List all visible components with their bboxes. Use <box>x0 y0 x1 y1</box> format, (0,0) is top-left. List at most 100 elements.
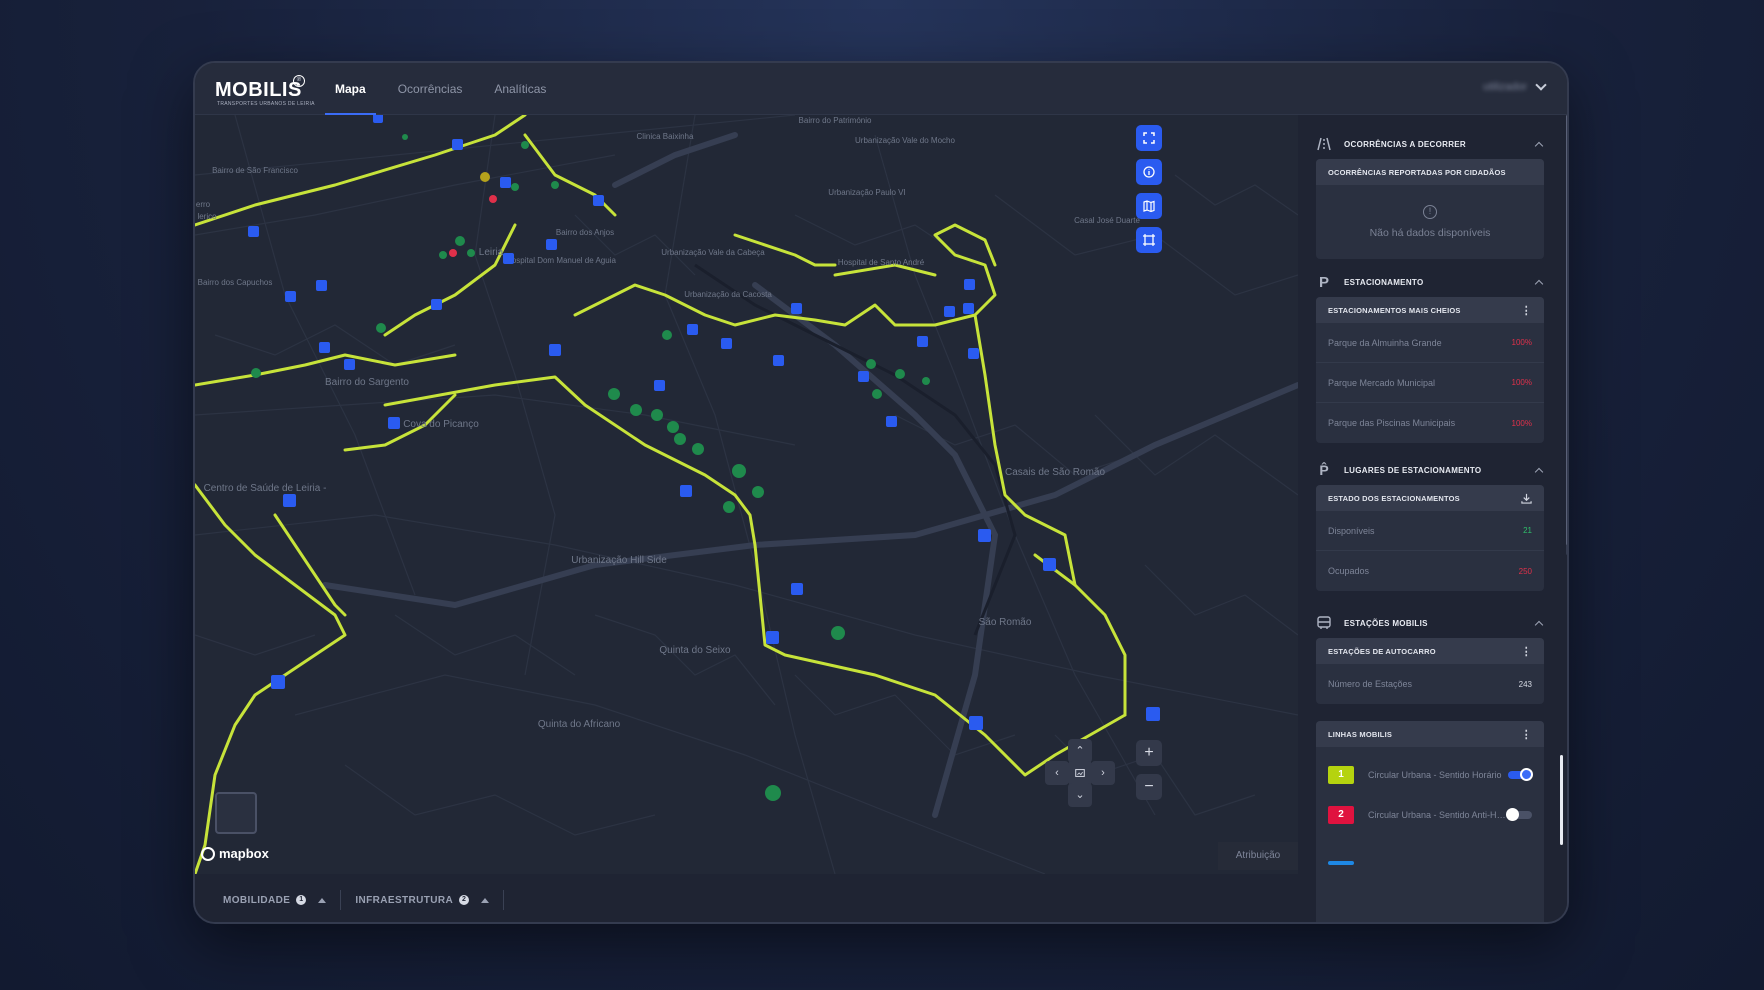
mapbox-logo: mapbox <box>201 846 269 861</box>
minimap-toggle[interactable] <box>215 792 257 834</box>
parking-card: ESTACIONAMENTOS MAIS CHEIOS ⋮ Parque da A… <box>1316 297 1544 443</box>
place-label: Bairro do Sargento <box>325 377 409 388</box>
side-panel: OCORRÊNCIAS A DECORRER OCORRÊNCIAS REPOR… <box>1298 115 1567 922</box>
user-name: utilizador <box>1482 81 1527 93</box>
place-label: Casal José Duarte <box>1074 216 1140 225</box>
line-toggle[interactable] <box>1506 808 1532 821</box>
chevron-down-icon <box>1535 79 1547 91</box>
place-label: Urbanização da Cacosta <box>684 290 772 299</box>
app-logo[interactable]: MOBILIS <box>215 79 302 102</box>
layer-group-label: INFRAESTRUTURA <box>355 894 454 906</box>
line-label: Circular Urbana - Sentido Horário <box>1368 770 1502 780</box>
map-style-button[interactable] <box>1136 193 1162 219</box>
empty-state: ! Não há dados disponíveis <box>1316 185 1544 259</box>
layer-count-badge: 2 <box>459 895 470 905</box>
section-title: ESTACIONAMENTO <box>1344 277 1424 287</box>
selection-button[interactable] <box>1136 227 1162 253</box>
fullscreen-icon <box>1143 132 1155 144</box>
card-title: ESTAÇÕES DE AUTOCARRO ⋮ <box>1316 638 1544 664</box>
section-title: LUGARES DE ESTACIONAMENTO <box>1344 465 1482 475</box>
list-item: Ocupados 250 <box>1328 566 1532 576</box>
line-item-2[interactable]: 2 Circular Urbana - Sentido Anti-Horário <box>1316 795 1544 835</box>
more-options-icon[interactable]: ⋮ <box>1521 645 1532 658</box>
bus-icon <box>1316 615 1332 631</box>
info-icon <box>1143 166 1155 178</box>
layer-group-label: MOBILIDADE <box>223 894 291 906</box>
place-label: Urbanização Vale da Cabeça <box>661 248 765 257</box>
select-area-icon <box>1143 234 1155 246</box>
attribution-button[interactable]: Atribuição <box>1218 842 1298 870</box>
panel-scrollbar[interactable] <box>1566 115 1567 555</box>
user-menu[interactable]: utilizador <box>1482 79 1547 93</box>
card-title: ESTACIONAMENTOS MAIS CHEIOS ⋮ <box>1316 297 1544 323</box>
list-item: Disponíveis 21 <box>1316 511 1544 551</box>
section-title: ESTAÇÕES MOBILIS <box>1344 618 1428 628</box>
place-label: Urbanização Vale do Mocho <box>855 136 955 145</box>
list-item[interactable]: Parque da Almuinha Grande 100% <box>1316 323 1544 363</box>
line-badge: 1 <box>1328 766 1354 784</box>
occurrences-card: OCORRÊNCIAS REPORTADAS POR CIDADÃOS ! Nã… <box>1316 159 1544 259</box>
zoom-in-button[interactable]: + <box>1136 740 1162 766</box>
chevron-up-icon[interactable] <box>1534 467 1544 476</box>
place-label: Bairro dos Anjos <box>556 228 614 237</box>
more-options-icon[interactable]: ⋮ <box>1521 304 1532 317</box>
card-title: LINHAS MOBILIS ⋮ <box>1316 721 1544 747</box>
more-options-icon[interactable]: ⋮ <box>1521 728 1532 741</box>
section-parking[interactable]: P ESTACIONAMENTO <box>1316 272 1544 292</box>
layer-group-mobilidade[interactable]: MOBILIDADE 1 <box>209 890 342 910</box>
lines-card: LINHAS MOBILIS ⋮ 1 Circular Urbana - Sent… <box>1316 721 1544 922</box>
recenter-button[interactable] <box>1068 761 1092 785</box>
place-label: Hospital de Santo André <box>838 258 925 267</box>
zoom-out-button[interactable]: − <box>1136 774 1162 800</box>
place-label: Centro de Saúde de Leiria - <box>204 483 327 494</box>
download-icon[interactable] <box>1521 493 1532 504</box>
place-label: Casais de São Romão <box>1005 467 1105 478</box>
alert-circle-icon: ! <box>1423 205 1437 219</box>
pan-up-button[interactable]: ⌃ <box>1068 739 1092 763</box>
caret-up-icon <box>481 897 490 903</box>
line-item-3[interactable] <box>1316 835 1544 875</box>
road-icon <box>1316 136 1332 152</box>
section-title: OCORRÊNCIAS A DECORRER <box>1344 139 1467 149</box>
line-item-1[interactable]: 1 Circular Urbana - Sentido Horário <box>1316 755 1544 795</box>
line-label: Circular Urbana - Sentido Anti-Horário <box>1368 810 1508 820</box>
app-window: MOBILIS ℗ TRANSPORTES URBANOS DE LEIRIA … <box>193 61 1569 924</box>
mapbox-icon <box>201 846 215 861</box>
place-label: Bairro de São Francisco <box>212 166 298 175</box>
place-label: Urbanização Paulo VI <box>828 188 905 197</box>
pan-right-button[interactable]: › <box>1091 761 1115 785</box>
line-badge: 2 <box>1328 806 1354 824</box>
map-canvas[interactable]: Bairro de São Francisco erro lerico Bairro … <box>195 115 1298 874</box>
place-label: Cova do Picanço <box>403 419 479 430</box>
tab-ocorrencias[interactable]: Ocorrências <box>398 63 463 115</box>
section-occurrences[interactable]: OCORRÊNCIAS A DECORRER <box>1316 134 1544 154</box>
recenter-icon <box>1075 769 1085 777</box>
section-stations[interactable]: ESTAÇÕES MOBILIS <box>1316 613 1544 633</box>
place-label: São Romão <box>979 617 1032 628</box>
info-button[interactable] <box>1136 159 1162 185</box>
tab-analiticas[interactable]: Analíticas <box>494 63 546 115</box>
lines-scrollbar[interactable] <box>1560 755 1563 845</box>
layer-count-badge: 1 <box>296 895 307 905</box>
parking-spot-icon: P̂ <box>1319 462 1329 478</box>
chevron-up-icon[interactable] <box>1534 620 1544 629</box>
pan-left-button[interactable]: ‹ <box>1045 761 1069 785</box>
pan-down-button[interactable]: ⌄ <box>1068 783 1092 807</box>
list-item[interactable]: Parque Mercado Municipal 100% <box>1316 363 1544 403</box>
parking-icon: P <box>1318 273 1329 291</box>
layer-group-infraestrutura[interactable]: INFRAESTRUTURA 2 <box>341 890 505 910</box>
card-title: ESTADO DOS ESTACIONAMENTOS <box>1316 485 1544 511</box>
spots-card: ESTADO DOS ESTACIONAMENTOS Disponíveis 21… <box>1316 485 1544 591</box>
list-item: Número de Estações 243 <box>1328 679 1532 689</box>
place-label: Quinta do Africano <box>538 719 621 730</box>
place-label: Quinta do Seixo <box>659 645 731 656</box>
tab-mapa[interactable]: Mapa <box>325 63 376 115</box>
line-toggle[interactable] <box>1508 768 1533 781</box>
place-label: Urbanização Hill Side <box>571 555 667 566</box>
fullscreen-button[interactable] <box>1136 125 1162 151</box>
chevron-up-icon[interactable] <box>1534 141 1544 150</box>
section-parking-spots[interactable]: P̂ LUGARES DE ESTACIONAMENTO <box>1316 460 1544 480</box>
place-label: lerico <box>197 212 217 221</box>
list-item[interactable]: Parque das Piscinas Municipais 100% <box>1316 403 1544 443</box>
chevron-up-icon[interactable] <box>1534 279 1544 288</box>
